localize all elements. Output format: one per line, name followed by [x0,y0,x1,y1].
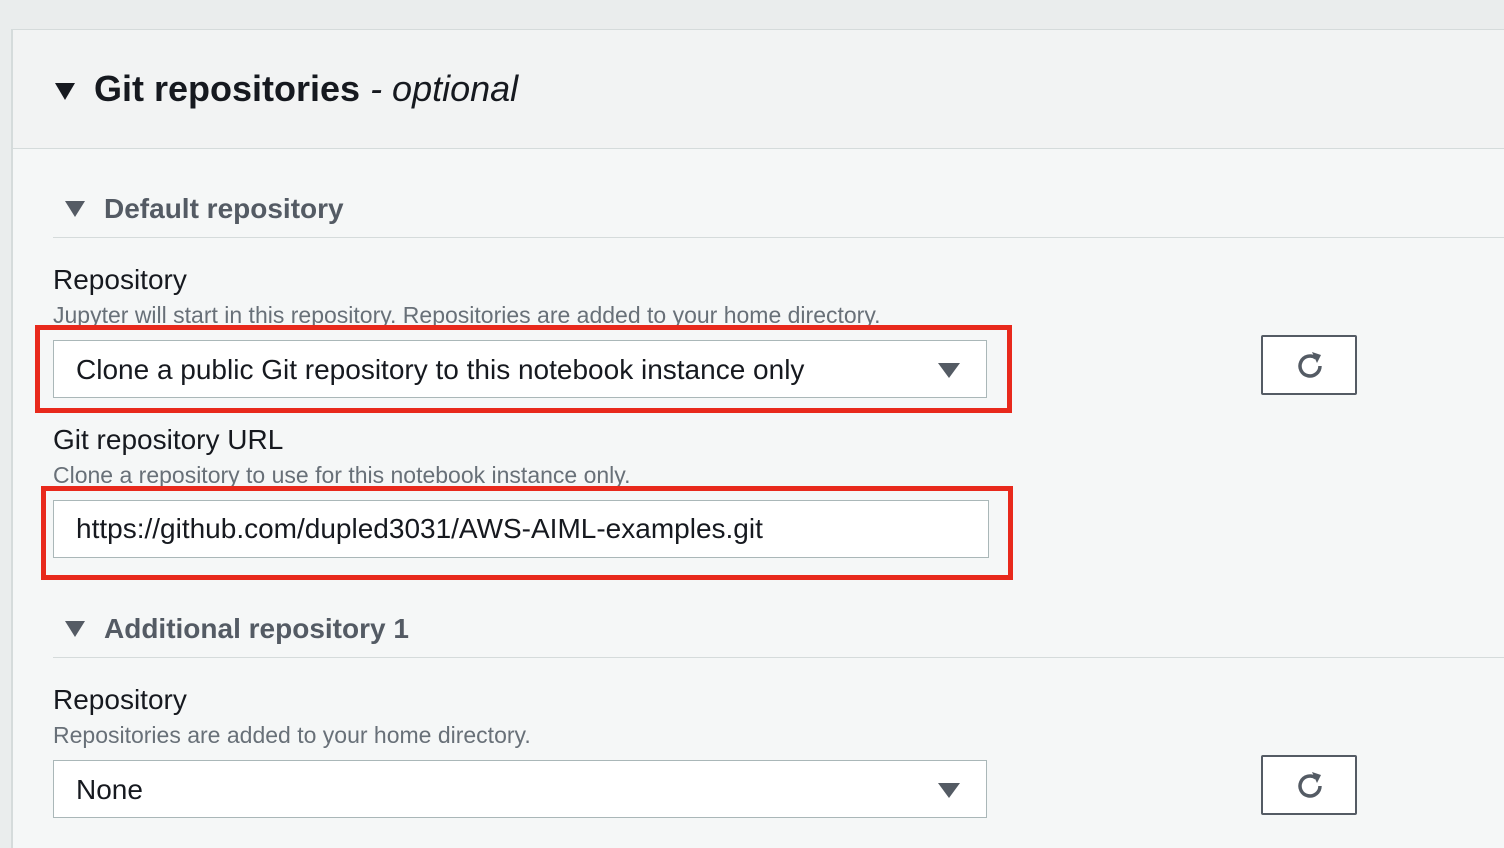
default-repo-section-title[interactable]: Default repository [104,193,344,225]
git-repo-url-input[interactable] [53,500,989,558]
git-repo-url-description: Clone a repository to use for this noteb… [53,462,631,488]
default-repo-repository-selected: Clone a public Git repository to this no… [76,354,805,385]
additional-repo-repository-label: Repository [53,684,187,715]
panel-title: Git repositories - optional [94,68,518,110]
default-repo-divider [53,237,1504,238]
default-repo-refresh-button[interactable] [1261,335,1357,395]
additional-repo-divider [53,657,1504,658]
additional-repo-section-title[interactable]: Additional repository 1 [104,613,409,645]
default-repo-repository-description: Jupyter will start in this repository. R… [53,302,881,328]
additional-repo-refresh-button[interactable] [1261,755,1357,815]
refresh-icon [1298,772,1322,798]
default-repo-caret-down-icon[interactable] [65,201,85,217]
git-repo-url-label: Git repository URL [53,424,284,455]
default-repo-repository-label: Repository [53,264,187,295]
refresh-icon [1298,352,1322,378]
panel-title-optional: - optional [360,68,519,109]
panel-header[interactable]: Git repositories - optional [13,30,1504,149]
additional-repo-repository-select[interactable]: None [53,760,987,818]
caret-down-icon[interactable] [55,83,75,100]
chevron-down-icon [938,783,960,798]
default-repo-repository-select[interactable]: Clone a public Git repository to this no… [53,340,987,398]
panel-title-text: Git repositories [94,68,361,109]
additional-repo-caret-down-icon[interactable] [65,621,85,637]
chevron-down-icon [938,363,960,378]
git-repositories-panel: Git repositories - optional Default repo… [11,29,1504,848]
additional-repo-repository-selected: None [76,774,143,805]
additional-repo-repository-description: Repositories are added to your home dire… [53,722,531,748]
